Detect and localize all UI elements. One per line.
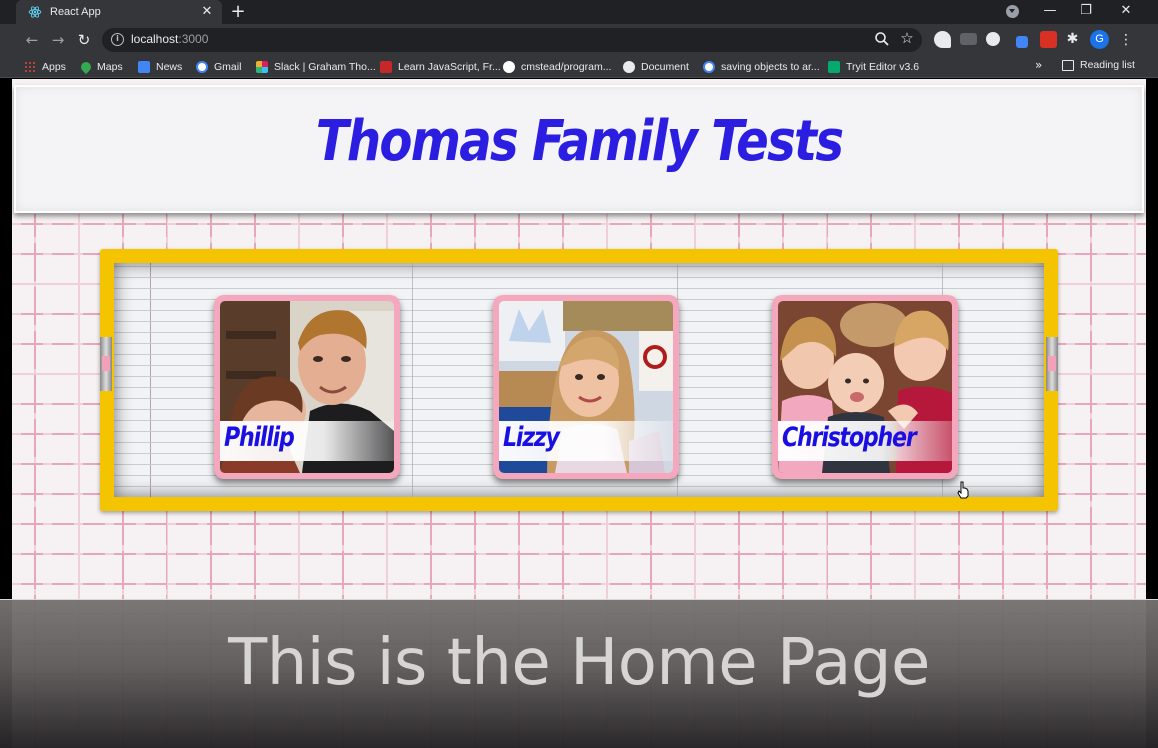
extension-blue-icon[interactable]: [1016, 36, 1028, 48]
restore-icon[interactable]: ❐: [1068, 0, 1104, 22]
bookmark-maps[interactable]: Maps: [78, 59, 123, 75]
bookmark-github[interactable]: cmstead/program...: [503, 59, 611, 75]
extension-dots-icon[interactable]: [960, 33, 977, 45]
site-header: Thomas Family Tests: [14, 85, 1144, 213]
github-icon: [503, 61, 515, 73]
extension-circle-icon[interactable]: [986, 32, 1000, 46]
page-title: Thomas Family Tests: [315, 109, 844, 174]
bookmark-star-icon[interactable]: ☆: [898, 29, 916, 47]
member-name: Phillip: [224, 422, 295, 453]
minimize-icon[interactable]: —: [1032, 0, 1068, 22]
document-globe-icon: [623, 61, 635, 73]
back-arrow-icon[interactable]: ←: [22, 30, 42, 50]
profile-dropdown-icon[interactable]: [1006, 5, 1019, 18]
member-card-phillip[interactable]: Phillip: [214, 295, 400, 479]
forward-arrow-icon[interactable]: →: [48, 30, 68, 50]
bookmark-slack[interactable]: Slack | Graham Tho...: [256, 59, 376, 75]
site-info-icon[interactable]: i: [111, 33, 124, 46]
frame-left-clip: [100, 337, 112, 391]
member-card-lizzy[interactable]: Lizzy: [493, 295, 679, 479]
member-photo: Christopher: [778, 301, 952, 473]
w3schools-icon: [828, 61, 840, 73]
frame-right-clip: [1046, 337, 1058, 391]
extension-cast-icon[interactable]: [934, 31, 951, 48]
browser-tab-strip: React App ✕ + — ❐ ✕: [0, 0, 1158, 24]
maps-pin-icon: [78, 59, 94, 75]
news-icon: [138, 61, 150, 73]
panel-divider: [412, 263, 413, 497]
extensions-puzzle-icon[interactable]: ✱: [1064, 31, 1081, 48]
hand-cursor-icon: [957, 481, 969, 499]
video-caption: This is the Home Page: [228, 626, 930, 700]
profile-avatar[interactable]: G: [1090, 30, 1109, 49]
bookmark-saving-objects[interactable]: saving objects to ar...: [703, 59, 820, 75]
slack-icon: [256, 61, 268, 73]
apps-grid-icon: [24, 61, 36, 73]
more-bookmarks-chevron-icon[interactable]: »: [1035, 58, 1042, 72]
google-icon: [196, 61, 208, 73]
address-url[interactable]: localhost:3000: [131, 32, 208, 46]
reading-list-button[interactable]: Reading list: [1062, 59, 1135, 71]
menu-kebab-icon[interactable]: ⋮: [1118, 30, 1134, 50]
bookmark-gmail[interactable]: Gmail: [196, 59, 241, 75]
address-bar[interactable]: i localhost:3000 ☆: [102, 28, 922, 52]
tab-close-icon[interactable]: ✕: [200, 5, 214, 19]
reading-list-icon: [1062, 59, 1074, 71]
video-caption-bar: This is the Home Page: [0, 599, 1158, 748]
reload-icon[interactable]: ↻: [74, 30, 94, 50]
bookmarks-bar: Apps Maps News Gmail Slack | Graham Tho.…: [0, 56, 1158, 78]
new-tab-button[interactable]: +: [228, 2, 248, 22]
window-close-icon[interactable]: ✕: [1108, 0, 1144, 22]
bookmark-apps[interactable]: Apps: [24, 59, 66, 75]
freecodecamp-icon: [380, 61, 392, 73]
tab-title: React App: [50, 6, 101, 18]
member-name: Lizzy: [503, 422, 560, 453]
magnifier-icon[interactable]: [874, 31, 890, 47]
browser-tab[interactable]: React App ✕: [16, 0, 222, 24]
bookmark-tryit-editor[interactable]: Tryit Editor v3.6: [828, 59, 919, 75]
react-icon: [28, 6, 42, 18]
google-icon: [703, 61, 715, 73]
browser-toolbar: ← → ↻ i localhost:3000 ☆ ✱ G ⋮: [0, 24, 1158, 56]
bookmark-news[interactable]: News: [138, 59, 182, 75]
member-photo: Lizzy: [499, 301, 673, 473]
bookmark-learn-javascript[interactable]: Learn JavaScript, Fr...: [380, 59, 501, 75]
member-name: Christopher: [782, 422, 917, 453]
bookmark-document[interactable]: Document: [623, 59, 689, 75]
member-photo: Phillip: [220, 301, 394, 473]
member-card-christopher[interactable]: Christopher: [772, 295, 958, 479]
extension-red-icon[interactable]: [1040, 31, 1057, 48]
